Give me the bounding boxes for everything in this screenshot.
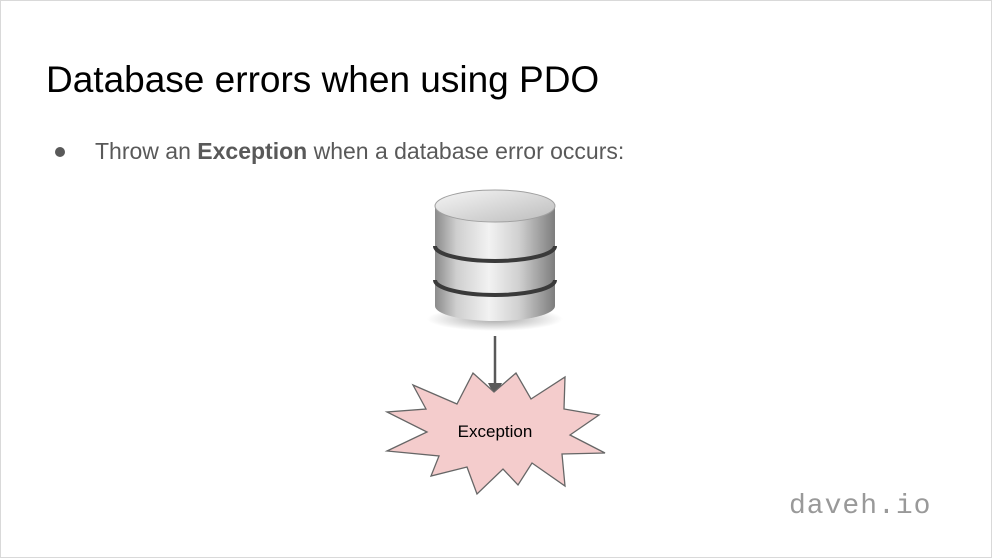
exception-starburst: Exception <box>384 371 606 496</box>
watermark: daveh.io <box>789 491 932 522</box>
database-icon <box>427 189 563 331</box>
diagram: Exception <box>384 189 606 496</box>
exception-label: Exception <box>458 422 533 441</box>
slide: Database errors when using PDO Throw an … <box>0 0 992 558</box>
